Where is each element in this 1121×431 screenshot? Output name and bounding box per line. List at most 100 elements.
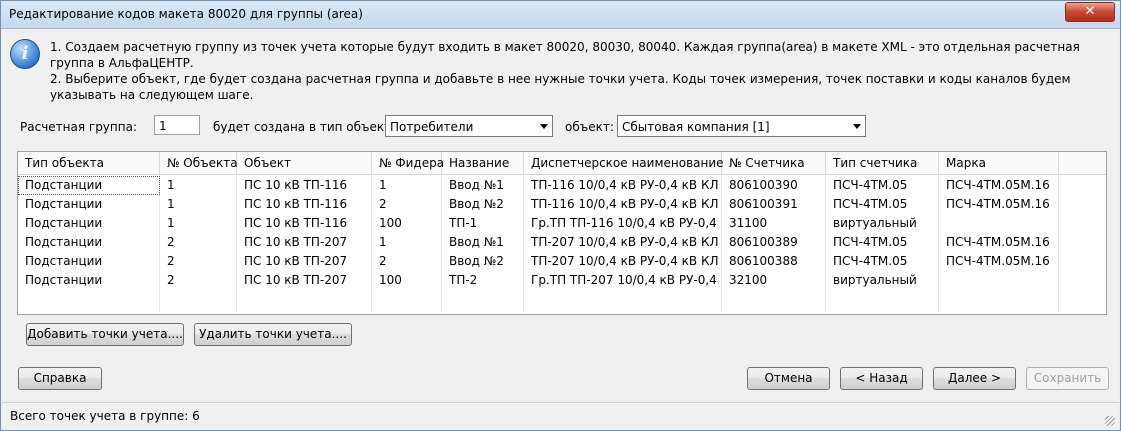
table-cell: 806100388 [722,252,826,271]
table-row[interactable]: Подстанции 1 ПС 10 кВ ТП-116 1 Ввод №1 ТП-116… [18,176,1106,195]
table-cell: ПС 10 кВ ТП-207 [237,252,372,271]
resize-grip-icon[interactable] [1105,416,1115,426]
table-cell: 1 [372,233,442,252]
table-cell: ПС 10 кВ ТП-207 [237,233,372,252]
table-row[interactable]: Подстанции 1 ПС 10 кВ ТП-116 2 Ввод №2 ТП-116… [18,195,1106,214]
table-cell: ПСЧ-4ТМ.05 [826,233,939,252]
table-cell: 2 [372,195,442,214]
table-cell: ПСЧ-4ТМ.05М.16 [939,252,1059,271]
table-cell: Ввод №2 [442,195,524,214]
table-row[interactable]: Подстанции 2 ПС 10 кВ ТП-207 100 ТП-2 Гр.ТП Т… [18,271,1106,290]
table-cell: 100 [372,214,442,233]
info-icon: i [10,39,40,69]
column-header[interactable]: Объект [237,152,372,174]
column-header[interactable]: Тип объекта [18,152,160,174]
table-cell: 2 [160,271,237,290]
instruction-line: группа в АльфаЦЕНТР. [50,56,194,70]
close-button[interactable]: ✕ [1065,2,1115,22]
metering-points-table[interactable]: Тип объекта № Объекта Объект № Фидера Назван… [17,151,1107,315]
save-button[interactable]: Сохранить [1026,367,1109,390]
title-bar[interactable]: Редактирование кодов макета 80020 для гр… [1,1,1120,29]
object-select[interactable]: Сбытовая компания [1] [617,115,866,137]
table-cell: 2 [372,252,442,271]
table-row[interactable]: Подстанции 1 ПС 10 кВ ТП-116 100 ТП-1 Гр.ТП Т… [18,214,1106,233]
table-row[interactable]: Подстанции 2 ПС 10 кВ ТП-207 2 Ввод №2 ТП-207… [18,252,1106,271]
table-cell: Подстанции [18,214,160,233]
table-cell: ТП-1 [442,214,524,233]
table-cell: ТП-207 10/0,4 кВ РУ-0,4 кВ КЛ 0,... [524,252,722,271]
column-header[interactable]: № Счетчика [722,152,826,174]
table-cell: ТП-207 10/0,4 кВ РУ-0,4 кВ КЛ 0,... [524,233,722,252]
table-cell: Ввод №1 [442,176,524,195]
table-cell: Гр.ТП ТП-116 10/0,4 кВ РУ-0,4 к... [524,214,722,233]
dialog-window: Редактирование кодов макета 80020 для гр… [0,0,1121,431]
column-header[interactable]: № Фидера [372,152,444,174]
dialog-body: i 1. Создаем расчетную группу из точек у… [2,29,1119,401]
table-cell: Подстанции [18,195,160,214]
table-cell: 1 [160,195,237,214]
object-type-value: Потребители [390,120,474,134]
table-cell: ТП-116 10/0,4 кВ РУ-0,4 кВ КЛ 0,... [524,176,722,195]
group-settings-row: Расчетная группа: 1 будет создана в тип … [20,115,1110,137]
table-cell: 100 [372,271,442,290]
table-cell: Подстанции [18,233,160,252]
help-button[interactable]: Справка [18,367,102,390]
remove-points-button[interactable]: Удалить точки учета.... [194,323,352,346]
table-cell: ПС 10 кВ ТП-116 [237,176,372,195]
column-header[interactable]: Тип счетчика [826,152,939,174]
table-cell: ПСЧ-4ТМ.05М.16 [939,233,1059,252]
table-cell: виртуальный [826,214,939,233]
window-title: Редактирование кодов макета 80020 для гр… [9,7,363,21]
close-icon: ✕ [1084,4,1096,19]
object-value: Сбытовая компания [1] [622,120,770,134]
table-cell: ПСЧ-4ТМ.05М.16 [939,176,1059,195]
table-cell: ПСЧ-4ТМ.05 [826,195,939,214]
table-cell: ТП-2 [442,271,524,290]
table-cell: 806100391 [722,195,826,214]
chevron-down-icon [853,124,861,129]
add-points-button[interactable]: Добавить точки учета.... [26,323,184,346]
instructions-text: 1. Создаем расчетную группу из точек уче… [50,39,1100,103]
table-cell: Ввод №1 [442,233,524,252]
column-header[interactable]: Марка [939,152,1059,174]
status-bar: Всего точек учета в группе: 6 [2,402,1119,430]
group-label: Расчетная группа: [20,120,137,134]
table-cell: Подстанции [18,271,160,290]
table-cell: ПС 10 кВ ТП-207 [237,271,372,290]
table-cell [939,214,1059,233]
back-button[interactable]: < Назад [840,367,923,390]
object-type-select[interactable]: Потребители [385,115,553,137]
table-cell: ТП-116 10/0,4 кВ РУ-0,4 кВ КЛ 0,... [524,195,722,214]
table-cell: ПСЧ-4ТМ.05М.16 [939,195,1059,214]
table-cell: Гр.ТП ТП-207 10/0,4 кВ РУ-0,4 к... [524,271,722,290]
column-header[interactable]: Название [442,152,524,174]
table-cell: 32100 [722,271,826,290]
instruction-line: 2. Выберите объект, где будет создана ра… [50,72,1071,86]
table-cell: ПС 10 кВ ТП-116 [237,214,372,233]
table-cell: 2 [160,233,237,252]
table-cell: 31100 [722,214,826,233]
table-cell: 806100389 [722,233,826,252]
instruction-line: 1. Создаем расчетную группу из точек уче… [50,40,1080,54]
column-header[interactable]: Диспетчерское наименование [524,152,724,174]
cancel-button[interactable]: Отмена [747,367,830,390]
table-cell: 2 [160,252,237,271]
table-cell: 1 [372,176,442,195]
table-cell: Подстанции [18,252,160,271]
object-type-label: будет создана в тип объекта: [213,120,403,134]
table-header: Тип объекта № Объекта Объект № Фидера Назван… [18,152,1106,175]
instruction-line: указывать на следующем шаге. [50,88,254,102]
table-row[interactable]: Подстанции 2 ПС 10 кВ ТП-207 1 Ввод №1 ТП-207… [18,233,1106,252]
table-cell: Подстанции [18,176,160,195]
table-cell: 806100390 [722,176,826,195]
column-header[interactable]: № Объекта [160,152,238,174]
next-button[interactable]: Далее > [933,367,1016,390]
object-label: объект: [565,120,614,134]
table-cell: виртуальный [826,271,939,290]
table-cell: Ввод №2 [442,252,524,271]
chevron-down-icon [540,124,548,129]
table-cell: ПСЧ-4ТМ.05 [826,252,939,271]
table-cell: ПС 10 кВ ТП-116 [237,195,372,214]
group-number-input[interactable]: 1 [154,115,200,135]
table-cell: 1 [160,176,237,195]
